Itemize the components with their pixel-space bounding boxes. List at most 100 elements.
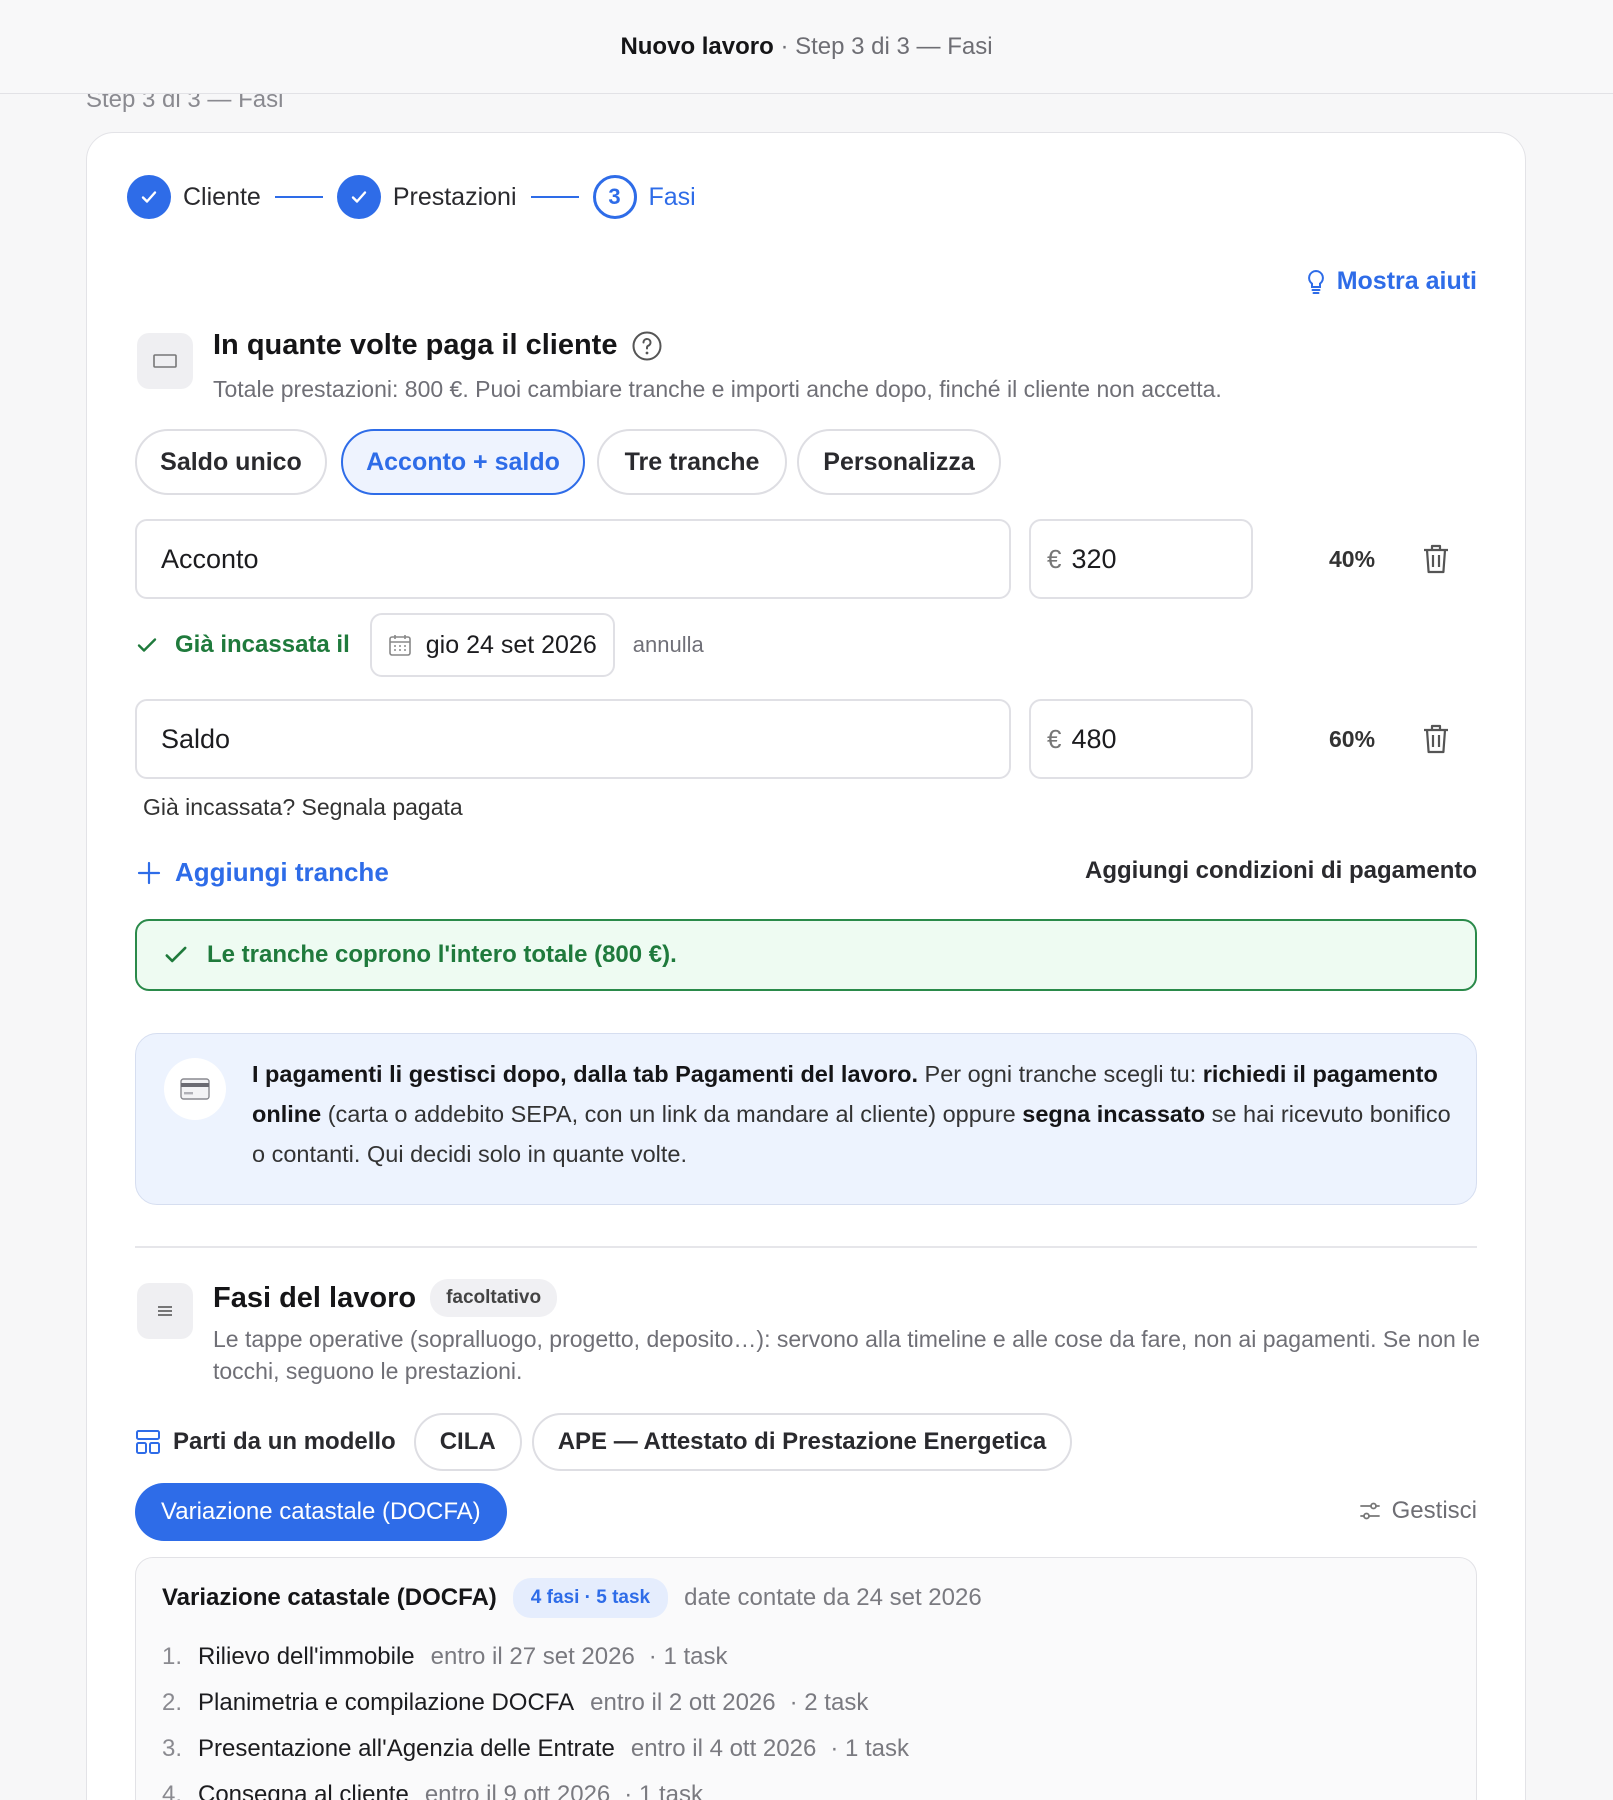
check-icon	[137, 638, 157, 652]
sliders-icon	[1359, 1502, 1380, 1520]
step-number-badge: 3	[592, 175, 637, 219]
tranche-amount-value: 320	[1071, 543, 1117, 574]
tranche-name-field[interactable]: Saldo	[135, 699, 1011, 779]
euro-symbol: €	[1047, 723, 1062, 754]
option-tre-tranche[interactable]: Tre tranche	[597, 429, 787, 495]
payment-title-text: In quante volte paga il cliente	[213, 329, 618, 361]
list-icon	[137, 1283, 193, 1339]
credit-card-icon	[164, 1058, 226, 1120]
phase-tasks: · 1 task	[648, 1643, 728, 1670]
phase-number: 4.	[162, 1781, 183, 1800]
euro-symbol: €	[1047, 543, 1062, 574]
check-icon	[165, 946, 187, 963]
model-count-badge: 4 fasi · 5 task	[512, 1578, 669, 1618]
mark-paid-link[interactable]: Già incassata? Segnala pagata	[143, 794, 463, 821]
tranche-amount-field[interactable]: € 480	[1029, 699, 1253, 779]
manage-templates-button[interactable]: Gestisci	[1358, 1497, 1477, 1525]
payment-section-title: In quante volte paga il cliente	[213, 329, 663, 362]
model-header: Variazione catastale (DOCFA) 4 fasi · 5 …	[162, 1578, 982, 1618]
step-cliente[interactable]: Cliente	[183, 183, 261, 212]
tranche-name-field[interactable]: Acconto	[135, 519, 1011, 599]
template-label-text: Parti da un modello	[173, 1428, 396, 1455]
wizard-card: Cliente Prestazioni 3 Fasi Mostra aiuti …	[86, 132, 1526, 1800]
calendar-icon	[388, 635, 411, 656]
list-item: 4. Consegna al cliente entro il 9 ott 2026…	[162, 1772, 909, 1800]
stepper: Cliente Prestazioni 3 Fasi	[127, 175, 696, 219]
phase-tasks: · 2 task	[789, 1689, 869, 1716]
paid-date-picker[interactable]: gio 24 set 2026	[369, 613, 615, 677]
top-bar: Nuovo lavoro · Step 3 di 3 — Fasi	[0, 0, 1613, 94]
add-tranche-label: Aggiungi tranche	[175, 857, 389, 887]
option-saldo-unico[interactable]: Saldo unico	[135, 429, 327, 495]
step-prestazioni[interactable]: Prestazioni	[393, 183, 517, 212]
phase-due: entro il 9 ott 2026	[424, 1781, 611, 1800]
phase-name: Planimetria e compilazione DOCFA	[198, 1689, 575, 1716]
phase-name: Presentazione all'Agenzia delle Entrate	[198, 1735, 615, 1762]
template-cila[interactable]: CILA	[413, 1413, 522, 1471]
phase-number: 2.	[162, 1689, 183, 1716]
optional-badge: facoltativo	[430, 1279, 558, 1317]
option-acconto-saldo[interactable]: Acconto + saldo	[341, 429, 585, 495]
page-title: Nuovo lavoro	[620, 32, 774, 60]
payments-info-box: I pagamenti li gestisci dopo, dalla tab …	[135, 1033, 1477, 1205]
list-item: 1. Rilievo dell'immobile entro il 27 set 2…	[162, 1634, 909, 1680]
phase-due: entro il 27 set 2026	[430, 1643, 635, 1670]
coverage-ok-banner: Le tranche coprono l'intero totale (800 …	[135, 919, 1477, 991]
template-row: Parti da un modello CILA APE — Attestato…	[135, 1413, 1073, 1471]
page-subtitle: Step 3 di 3 — Fasi	[795, 32, 993, 60]
coverage-ok-text: Le tranche coprono l'intero totale (800 …	[207, 941, 677, 968]
lightbulb-icon	[1307, 269, 1324, 294]
manage-label: Gestisci	[1391, 1497, 1477, 1524]
phase-name: Consegna al cliente	[198, 1781, 409, 1800]
phase-tasks: · 1 task	[624, 1781, 703, 1800]
phase-name: Rilievo dell'immobile	[198, 1643, 415, 1670]
phase-number: 3.	[162, 1735, 183, 1762]
phases-title-text: Fasi del lavoro	[213, 1281, 417, 1314]
undo-paid-link[interactable]: annulla	[633, 632, 704, 658]
step-check-icon	[127, 175, 171, 219]
info-bold-1: I pagamenti li gestisci dopo, dalla tab …	[252, 1061, 918, 1087]
info-text-1: Per ogni tranche scegli tu:	[918, 1061, 1203, 1087]
step-check-icon	[336, 175, 381, 219]
tranche-amount-value: 480	[1071, 723, 1117, 754]
trash-icon[interactable]	[1421, 542, 1451, 576]
phase-due: entro il 2 ott 2026	[590, 1689, 776, 1716]
paid-status-row: Già incassata il gio 24 set 2026 annulla	[135, 613, 704, 677]
tranche-name-value: Saldo	[161, 723, 231, 754]
title-separator: ·	[773, 32, 796, 60]
phases-description: Le tappe operative (sopralluogo, progett…	[213, 1326, 1481, 1384]
show-help-label: Mostra aiuti	[1336, 267, 1477, 295]
phase-list: 1. Rilievo dell'immobile entro il 27 set 2…	[162, 1634, 909, 1800]
show-help-link[interactable]: Mostra aiuti	[1305, 267, 1477, 296]
card-outline-icon	[137, 333, 193, 389]
phase-number: 1.	[162, 1643, 183, 1670]
phase-tasks: · 1 task	[830, 1735, 910, 1762]
payments-info-text: I pagamenti li gestisci dopo, dalla tab …	[252, 1054, 1452, 1174]
step-fasi[interactable]: Fasi	[649, 183, 696, 212]
model-preview: Variazione catastale (DOCFA) 4 fasi · 5 …	[135, 1557, 1477, 1800]
help-circle-icon[interactable]	[631, 330, 663, 362]
step-connector	[530, 196, 579, 198]
option-personalizza[interactable]: Personalizza	[797, 429, 1001, 495]
section-divider	[135, 1246, 1477, 1248]
template-ape[interactable]: APE — Attestato di Prestazione Energetic…	[531, 1413, 1073, 1471]
trash-icon[interactable]	[1421, 722, 1451, 756]
paid-date-value: gio 24 set 2026	[425, 630, 597, 659]
paid-label: Già incassata il	[175, 631, 350, 658]
info-bold-3: segna incassato	[1022, 1101, 1206, 1127]
tranche-name-value: Acconto	[161, 543, 259, 574]
tranche-percent: 40%	[1329, 546, 1376, 572]
payment-description: Totale prestazioni: 800 €. Puoi cambiare…	[213, 376, 1222, 402]
add-conditions-link[interactable]: Aggiungi condizioni di pagamento	[1085, 857, 1477, 885]
tranche-amount-field[interactable]: € 320	[1029, 519, 1253, 599]
list-item: 3. Presentazione all'Agenzia delle Entrat…	[162, 1726, 909, 1772]
template-label: Parti da un modello	[135, 1428, 396, 1456]
plus-icon	[137, 861, 161, 884]
info-text-2: (carta o addebito SEPA, con un link da m…	[321, 1101, 1023, 1127]
template-docfa-selected[interactable]: Variazione catastale (DOCFA)	[135, 1483, 507, 1541]
layout-template-icon	[136, 1430, 160, 1454]
step-connector	[274, 196, 323, 198]
list-item: 2. Planimetria e compilazione DOCFA entro …	[162, 1680, 909, 1726]
add-tranche-button[interactable]: Aggiungi tranche	[137, 857, 389, 888]
phases-section-title: Fasi del lavoro facoltativo	[213, 1279, 558, 1317]
